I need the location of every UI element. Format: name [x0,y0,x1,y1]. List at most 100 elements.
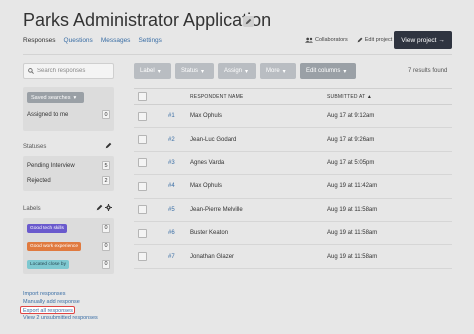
label-count: 0 [102,259,110,269]
edit-project-link[interactable]: Edit project [357,37,393,43]
label-tag: Located close by [27,259,70,269]
response-number-link[interactable]: #1 [168,113,175,119]
table-row[interactable]: #4 Max Ophuls Aug 19 at 11:42am [134,175,452,199]
row-checkbox[interactable] [138,252,147,262]
collaborators-link[interactable]: Collaborators [305,37,348,43]
chevron-down-icon: ▾ [343,68,347,75]
row-checkbox[interactable] [138,205,147,215]
row-checkbox[interactable] [138,111,147,121]
submitted-at: Aug 17 at 5:05pm [327,159,375,166]
row-checkbox[interactable] [138,135,147,145]
chevron-down-icon: ▾ [73,94,77,101]
response-number-link[interactable]: #2 [168,137,175,143]
response-number-link[interactable]: #4 [168,183,175,189]
submitted-at: Aug 19 at 11:42am [327,183,378,190]
view-unsubmitted-link[interactable]: View 2 unsubmitted responses [23,314,98,322]
label-tag: Good work experience [27,241,81,251]
label-dropdown[interactable]: Label ▾ [134,63,171,79]
status-dropdown[interactable]: Status ▾ [175,63,214,79]
bulk-actions-toolbar: Label ▾ Status ▾ Assign ▾ More ▾ Edit column… [134,63,356,79]
saved-searches-label: Saved searches [31,94,71,101]
export-all-responses-link[interactable]: Export all responses [20,306,75,314]
respondent-name: Jean-Pierre Melville [190,206,243,213]
edit-columns-dropdown[interactable]: Edit columns ▾ [300,63,356,79]
respondent-name: Buster Keaton [190,230,229,237]
edit-columns-label: Edit columns [306,68,341,74]
edit-title-button[interactable] [243,16,254,27]
sidebar-links: Import responses Manually add response E… [20,290,98,322]
row-checkbox[interactable] [138,181,147,191]
saved-searches-button[interactable]: Saved searches ▾ [27,92,84,103]
respondent-header[interactable]: RESPONDENT NAME [190,94,243,100]
assign-dropdown[interactable]: Assign ▾ [218,63,256,79]
pencil-icon [96,204,103,211]
label-count: 0 [102,241,110,251]
row-checkbox[interactable] [138,228,147,238]
chevron-down-icon: ▾ [282,68,286,75]
table-row[interactable]: #2 Jean-Luc Godard Aug 17 at 9:26am [134,128,452,152]
page-title: Parks Administrator Application [23,10,272,30]
statuses-heading: Statuses [23,144,47,150]
table-row[interactable]: #7 Jonathan Glazer Aug 19 at 11:58am [134,245,452,269]
tab-settings[interactable]: Settings [138,37,162,44]
tab-messages[interactable]: Messages [101,37,131,44]
search-box[interactable] [23,63,114,79]
chevron-down-icon: ▾ [201,68,205,75]
chevron-down-icon: ▾ [245,68,249,75]
response-number-link[interactable]: #6 [168,230,175,236]
statuses-panel: Pending Interview 5 Rejected 2 [23,156,114,191]
table-header: RESPONDENT NAME SUBMITTED AT ▲ [134,88,452,105]
pencil-icon [245,18,252,25]
table-row[interactable]: #1 Max Ophuls Aug 17 at 9:12am [134,105,452,129]
edit-labels-icon[interactable] [96,204,103,213]
respondent-name: Max Ophuls [190,183,223,190]
edit-statuses-icon[interactable] [105,142,112,151]
tab-responses[interactable]: Responses [23,37,56,44]
labels-panel: Good tech skills 0 Good work experience … [23,218,114,274]
label-item[interactable]: Good tech skills 0 [23,220,114,236]
import-responses-link[interactable]: Import responses [23,290,98,298]
submitted-at: Aug 17 at 9:12am [327,113,375,120]
submitted-at: Aug 19 at 11:58am [327,206,378,213]
submitted-at: Aug 19 at 11:58am [327,230,378,237]
collaborators-label: Collaborators [315,37,348,43]
table-row[interactable]: #6 Buster Keaton Aug 19 at 11:58am [134,222,452,246]
response-number-link[interactable]: #3 [168,160,175,166]
table-row[interactable]: #3 Agnes Varda Aug 17 at 5:05pm [134,152,452,176]
label-item[interactable]: Good work experience 0 [23,238,114,254]
manually-add-response-link[interactable]: Manually add response [23,298,98,306]
project-nav: Responses Questions Messages Settings [23,37,170,44]
status-count: 2 [102,176,110,185]
header-divider [23,54,452,55]
response-number-link[interactable]: #7 [168,254,175,260]
label-dropdown-label: Label [140,68,155,74]
response-number-link[interactable]: #5 [168,207,175,213]
assigned-to-me-filter[interactable]: Assigned to me 0 [23,108,114,121]
status-label: Rejected [27,177,51,184]
label-settings-icon[interactable] [105,204,112,213]
submitted-header[interactable]: SUBMITTED AT ▲ [327,94,372,100]
pencil-icon [357,37,363,43]
respondent-name: Max Ophuls [190,113,223,120]
more-dropdown[interactable]: More ▾ [260,63,296,79]
chevron-down-icon: ▾ [157,68,161,75]
row-checkbox[interactable] [138,158,147,168]
label-count: 0 [102,223,110,233]
responses-table: RESPONDENT NAME SUBMITTED AT ▲ #1 Max Op… [134,88,452,269]
results-count: 7 results found [408,68,448,74]
view-project-button[interactable]: View project → [394,31,452,49]
table-row[interactable]: #5 Jean-Pierre Melville Aug 19 at 11:58a… [134,199,452,222]
search-input[interactable] [37,68,107,74]
label-tag: Good tech skills [27,223,67,233]
edit-project-label: Edit project [364,37,393,43]
tab-questions[interactable]: Questions [64,37,93,44]
status-item[interactable]: Pending Interview 5 [23,159,114,172]
select-all-checkbox[interactable] [138,92,147,101]
pencil-icon [105,142,112,149]
status-item[interactable]: Rejected 2 [23,174,114,187]
assigned-count: 0 [102,110,110,119]
respondent-name: Jonathan Glazer [190,253,235,260]
respondent-name: Agnes Varda [190,159,225,166]
label-item[interactable]: Located close by 0 [23,256,114,272]
saved-searches-panel: Saved searches ▾ Assigned to me 0 [23,87,114,131]
